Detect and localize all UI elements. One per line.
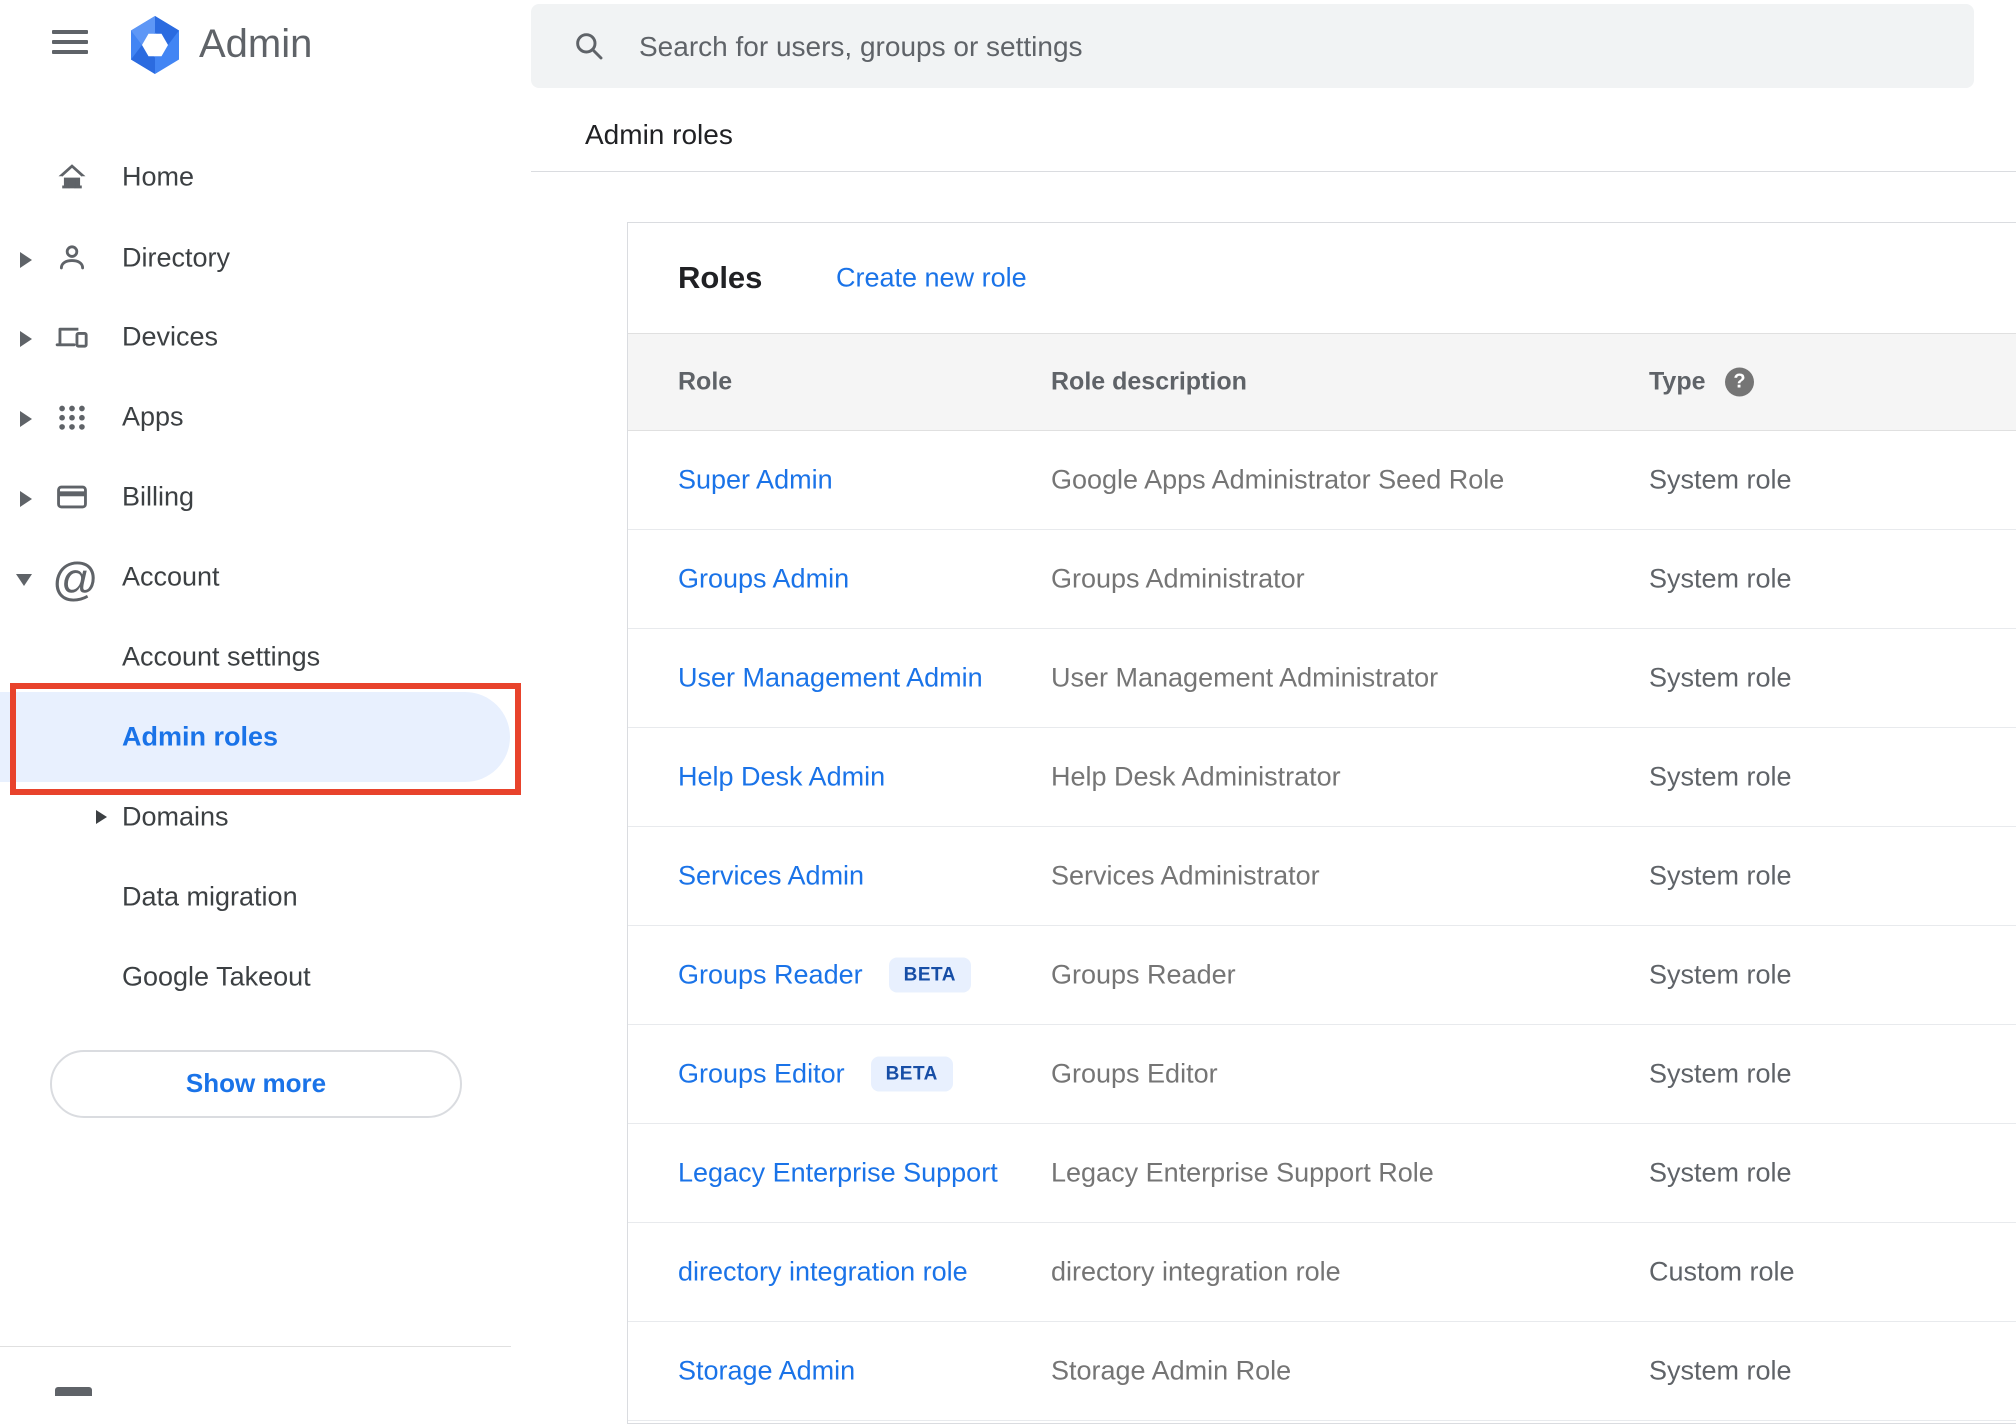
sidebar-item-label: Account xyxy=(122,561,220,592)
role-description: directory integration role xyxy=(1051,1256,1341,1287)
sidebar-item-domains[interactable]: Domains xyxy=(0,789,531,845)
sidebar-item-account[interactable]: @ Account xyxy=(0,549,531,605)
role-description: Groups Editor xyxy=(1051,1058,1218,1089)
role-link[interactable]: Groups Editor BETA xyxy=(678,1056,953,1092)
hamburger-menu-icon[interactable] xyxy=(52,30,88,55)
sidebar-item-label: Directory xyxy=(122,242,231,273)
role-link[interactable]: Services Admin xyxy=(678,861,864,892)
role-type: System role xyxy=(1649,1157,1792,1188)
show-more-button[interactable]: Show more xyxy=(50,1050,462,1118)
sidebar-divider xyxy=(0,1346,511,1347)
at-sign-icon: @ xyxy=(52,553,99,605)
home-icon xyxy=(55,160,89,194)
create-new-role-link[interactable]: Create new role xyxy=(836,263,1027,294)
expand-arrow-icon[interactable] xyxy=(20,491,32,507)
devices-icon xyxy=(55,320,89,354)
sidebar-item-devices[interactable]: Devices xyxy=(0,309,531,365)
sidebar-item-label: Billing xyxy=(122,481,195,512)
role-type: System role xyxy=(1649,563,1792,594)
role-type: System role xyxy=(1649,464,1792,495)
role-description: Help Desk Administrator xyxy=(1051,761,1341,792)
sidebar-item-label: Google Takeout xyxy=(122,961,311,992)
role-type: System role xyxy=(1649,959,1792,990)
role-description: Storage Admin Role xyxy=(1051,1355,1292,1386)
roles-card-header: Roles Create new role xyxy=(628,223,2016,333)
role-type: System role xyxy=(1649,662,1792,693)
header-divider xyxy=(531,171,2016,172)
role-description: Groups Reader xyxy=(1051,959,1236,990)
table-row: Groups Admin Groups Administrator System… xyxy=(628,530,2016,629)
table-row: Super Admin Google Apps Administrator Se… xyxy=(628,431,2016,530)
admin-logo-icon xyxy=(127,15,183,75)
sidebar-item-home[interactable]: Home xyxy=(0,149,531,205)
help-icon[interactable]: ? xyxy=(1725,367,1754,397)
table-header-row: Role Role description Type ? xyxy=(628,333,2016,431)
card-title: Roles xyxy=(678,260,763,295)
table-row: Services Admin Services Administrator Sy… xyxy=(628,827,2016,926)
sidebar-item-billing[interactable]: Billing xyxy=(0,469,531,525)
column-header-description: Role description xyxy=(1051,367,1247,396)
table-row: directory integration role directory int… xyxy=(628,1223,2016,1322)
apps-grid-icon xyxy=(55,400,89,434)
sidebar-item-label: Data migration xyxy=(122,881,298,912)
role-link[interactable]: Storage Admin xyxy=(678,1356,855,1387)
role-link[interactable]: Super Admin xyxy=(678,465,833,496)
sidebar-item-apps[interactable]: Apps xyxy=(0,389,531,445)
beta-badge: BETA xyxy=(870,1056,953,1092)
table-row: Groups Reader BETA Groups Reader System … xyxy=(628,926,2016,1025)
app-title: Admin xyxy=(199,22,313,66)
table-row: User Management Admin User Management Ad… xyxy=(628,629,2016,728)
role-description: User Management Administrator xyxy=(1051,662,1439,693)
table-row: Legacy Enterprise Support Legacy Enterpr… xyxy=(628,1124,2016,1223)
breadcrumb: Admin roles xyxy=(585,119,733,150)
role-type: System role xyxy=(1649,860,1792,891)
role-description: Legacy Enterprise Support Role xyxy=(1051,1157,1434,1188)
sidebar-item-label: Home xyxy=(122,161,195,192)
sidebar-item-label: Devices xyxy=(122,321,219,352)
role-link[interactable]: directory integration role xyxy=(678,1257,968,1288)
column-header-type: Type xyxy=(1649,367,1706,396)
search-input[interactable] xyxy=(637,4,1841,90)
search-icon xyxy=(573,30,605,62)
role-type: System role xyxy=(1649,1355,1792,1386)
expand-arrow-icon[interactable] xyxy=(96,810,107,824)
table-row: Groups Editor BETA Groups Editor System … xyxy=(628,1025,2016,1124)
sidebar-item-label: Admin roles xyxy=(122,721,279,752)
role-description: Services Administrator xyxy=(1051,860,1320,891)
sidebar-item-google-takeout[interactable]: Google Takeout xyxy=(0,949,531,1005)
sidebar-item-directory[interactable]: Directory xyxy=(0,230,531,286)
table-row: Storage Admin Storage Admin Role System … xyxy=(628,1322,2016,1421)
expand-arrow-icon[interactable] xyxy=(20,411,32,427)
sidebar-item-account-settings[interactable]: Account settings xyxy=(0,629,531,685)
role-link[interactable]: Groups Reader BETA xyxy=(678,957,971,993)
table-body: Super Admin Google Apps Administrator Se… xyxy=(628,431,2016,1421)
search-bar[interactable] xyxy=(531,4,1974,90)
role-link[interactable]: Help Desk Admin xyxy=(678,762,885,793)
column-header-role: Role xyxy=(678,367,733,396)
sidebar-item-data-migration[interactable]: Data migration xyxy=(0,869,531,925)
sidebar-item-label: Apps xyxy=(122,401,184,432)
sidebar-item-admin-roles[interactable]: Admin roles xyxy=(0,709,531,765)
sidebar-item-label: Domains xyxy=(122,801,229,832)
role-type: System role xyxy=(1649,761,1792,792)
collapse-arrow-icon[interactable] xyxy=(16,574,32,586)
beta-badge: BETA xyxy=(888,957,971,993)
table-row: Help Desk Admin Help Desk Administrator … xyxy=(628,728,2016,827)
credit-card-icon xyxy=(55,480,89,514)
expand-arrow-icon[interactable] xyxy=(20,331,32,347)
role-link[interactable]: Legacy Enterprise Support xyxy=(678,1158,998,1189)
role-type: Custom role xyxy=(1649,1256,1795,1287)
person-icon xyxy=(55,241,89,275)
role-type: System role xyxy=(1649,1058,1792,1089)
role-description: Google Apps Administrator Seed Role xyxy=(1051,464,1505,495)
sidebar-item-label: Account settings xyxy=(122,641,321,672)
roles-card: Roles Create new role Role Role descript… xyxy=(627,222,2016,1424)
role-link[interactable]: Groups Admin xyxy=(678,564,849,595)
role-link[interactable]: User Management Admin xyxy=(678,663,983,694)
partial-sidebar-icon xyxy=(55,1387,92,1396)
role-description: Groups Administrator xyxy=(1051,563,1305,594)
expand-arrow-icon[interactable] xyxy=(20,252,32,268)
